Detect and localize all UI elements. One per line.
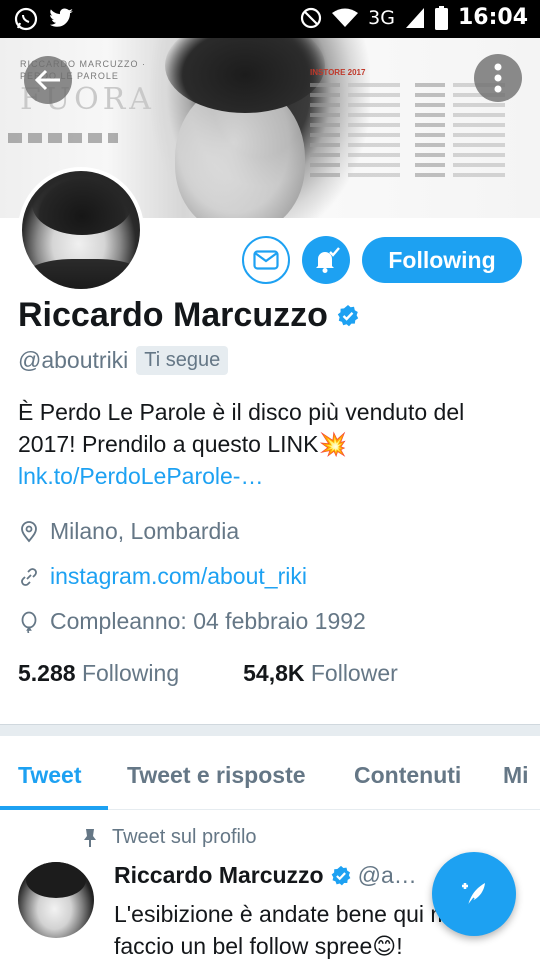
- tab-contenuti[interactable]: Contenuti: [354, 762, 461, 789]
- link-icon: [21, 567, 37, 586]
- tab-mi-piace[interactable]: Mi: [503, 762, 529, 789]
- tour-row: [310, 153, 515, 157]
- bell-check-icon: [316, 247, 340, 273]
- location-pin-icon: [21, 520, 37, 542]
- profile-birthday: Compleanno: 04 febbraio 1992: [50, 608, 366, 634]
- clock: 16:04: [457, 5, 528, 30]
- website-row: instagram.com/about_riki: [18, 563, 307, 590]
- tour-row: [310, 103, 515, 107]
- follow-counts: 5.288 Following 54,8K Follower: [18, 660, 398, 687]
- tweet-avatar-hair: [26, 862, 86, 898]
- more-vertical-icon: [494, 63, 502, 93]
- section-divider: [0, 724, 540, 736]
- avatar-jacket: [22, 259, 140, 289]
- following-count-link[interactable]: 5.288 Following: [18, 660, 179, 687]
- wifi-icon: [332, 8, 359, 27]
- location-row: Milano, Lombardia: [18, 518, 239, 545]
- profile-location: Milano, Lombardia: [50, 518, 240, 544]
- banner-logos: [8, 133, 118, 143]
- pin-icon: [84, 828, 96, 847]
- balloon-icon: [21, 611, 37, 633]
- pinned-indicator: Tweet sul profilo: [82, 826, 257, 849]
- tab-tweet[interactable]: Tweet: [18, 762, 81, 789]
- tweet-header: Riccardo Marcuzzo @a…: [114, 862, 417, 889]
- birthday-row: Compleanno: 04 febbraio 1992: [18, 608, 366, 635]
- avatar-hair: [32, 173, 132, 235]
- compose-tweet-button[interactable]: [432, 852, 516, 936]
- active-tab-indicator: [0, 806, 108, 810]
- tour-row: [310, 113, 515, 117]
- profile-name: Riccardo Marcuzzo: [18, 296, 328, 334]
- profile-handle: @aboutriki: [18, 347, 129, 373]
- profile-avatar[interactable]: [18, 167, 144, 293]
- overflow-menu-button[interactable]: [474, 54, 522, 102]
- following-label: Following: [81, 660, 180, 686]
- twitter-icon: [50, 8, 73, 27]
- signal-icon: [405, 7, 424, 28]
- verified-badge-icon: [337, 304, 359, 326]
- profile-bio: È Perdo Le Parole è il disco più venduto…: [18, 396, 523, 492]
- back-button[interactable]: [24, 56, 72, 104]
- compose-feather-icon: [462, 883, 485, 908]
- status-bar: 3G 16:04: [0, 0, 540, 38]
- network-type: 3G: [368, 6, 395, 29]
- tweet-author-avatar[interactable]: [18, 862, 94, 938]
- followers-count: 54,8K: [243, 660, 305, 686]
- verified-badge-icon: [331, 865, 350, 885]
- profile-website-link[interactable]: instagram.com/about_riki: [50, 563, 307, 590]
- arrow-left-icon: [34, 69, 60, 91]
- follows-you-badge: Ti segue: [136, 346, 229, 375]
- pinned-label: Tweet sul profilo: [112, 826, 257, 848]
- tweet-author-handle: @a…: [357, 862, 417, 888]
- tour-row: [310, 143, 515, 147]
- followers-label: Follower: [310, 660, 398, 686]
- followers-count-link[interactable]: 54,8K Follower: [243, 660, 398, 687]
- whatsapp-icon: [14, 7, 38, 31]
- profile-name-row: Riccardo Marcuzzo: [18, 296, 360, 335]
- bio-text: È Perdo Le Parole è il disco più venduto…: [18, 399, 465, 457]
- dnd-icon: [301, 7, 322, 28]
- tab-tweet-e-risposte[interactable]: Tweet e risposte: [127, 762, 306, 789]
- bio-link[interactable]: lnk.to/PerdoLeParole-…: [18, 463, 263, 489]
- tour-row: [310, 173, 515, 177]
- handle-row: @aboutriki Ti segue: [18, 346, 229, 375]
- tour-row: [310, 133, 515, 137]
- message-button[interactable]: [242, 236, 290, 284]
- tour-row: [310, 123, 515, 127]
- following-button[interactable]: Following: [362, 237, 522, 283]
- battery-icon: [434, 5, 448, 30]
- tour-row: [310, 163, 515, 167]
- tweet-author-name[interactable]: Riccardo Marcuzzo: [114, 862, 324, 889]
- notifications-button[interactable]: [302, 236, 350, 284]
- profile-tabs: Tweet Tweet e risposte Contenuti Mi: [0, 736, 540, 810]
- following-count: 5.288: [18, 660, 76, 686]
- mail-icon: [253, 250, 279, 270]
